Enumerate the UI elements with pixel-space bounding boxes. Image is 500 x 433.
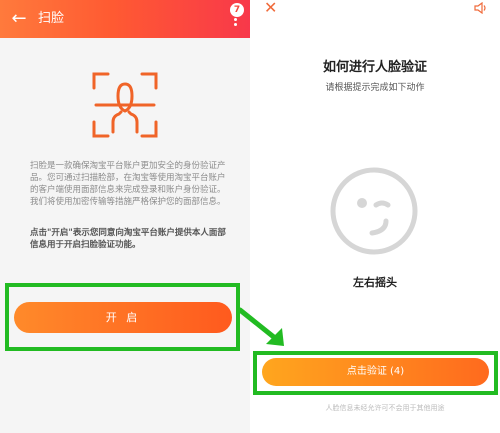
notification-badge: 7: [230, 3, 244, 17]
arrow-icon: [237, 307, 284, 346]
left-screen: ← 扫脸 7 扫脸是一款确保淘宝平台账户更加安全的身份验证产品。您可通过扫描脸部…: [0, 0, 250, 433]
footnote-text: 人脸信息未经允许可不会用于其他用途: [325, 404, 445, 412]
consent-text: 点击"开启"表示您同意向淘宝平台账户提供本人面部信息用于开启扫脸验证功能。: [30, 228, 226, 250]
description-text: 扫脸是一款确保淘宝平台账户更加安全的身份验证产品。您可通过扫描脸部，在淘宝等使用…: [30, 161, 226, 207]
more-menu-icon[interactable]: [230, 16, 240, 40]
action-prompt: 左右摇头: [353, 276, 397, 289]
face-scan-icon: [92, 72, 158, 138]
verify-subtitle: 请根据提示完成如下动作: [325, 83, 425, 93]
close-icon[interactable]: ✕: [264, 0, 277, 16]
smiley-face-icon: [330, 167, 418, 255]
open-button[interactable]: 开 启: [14, 302, 232, 333]
back-arrow-icon[interactable]: ←: [8, 8, 30, 30]
verify-title: 如何进行人脸验证: [322, 60, 427, 75]
app-header: ← 扫脸 7: [0, 0, 250, 38]
speaker-icon[interactable]: [474, 2, 488, 14]
page-title: 扫脸: [38, 11, 65, 26]
verify-button[interactable]: 点击验证 (4): [262, 358, 489, 386]
